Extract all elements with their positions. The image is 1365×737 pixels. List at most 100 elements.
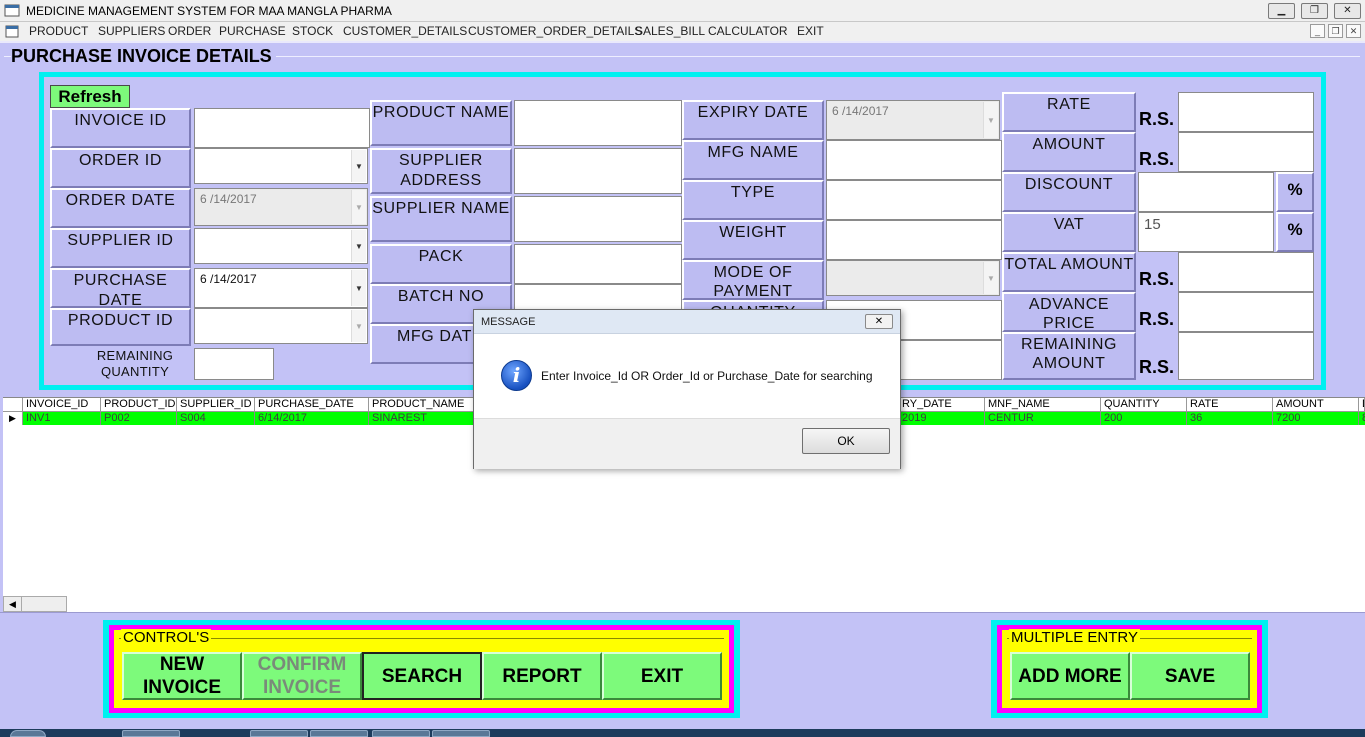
close-icon[interactable]: ✕ [1334, 3, 1361, 19]
cell-d[interactable]: 8 [1359, 412, 1365, 425]
chevron-down-icon[interactable]: ▼ [983, 102, 998, 138]
menu-item-suppliers[interactable]: SUPPLIERS [98, 24, 165, 38]
app-icon [4, 4, 20, 17]
remaining-amount-input[interactable] [1178, 332, 1314, 380]
advance-price-label: ADVANCE PRICE [1002, 292, 1136, 332]
menu-item-purchase[interactable]: PURCHASE [219, 24, 286, 38]
scroll-left-icon[interactable]: ◀ [4, 597, 22, 611]
mdi-close-icon[interactable]: ✕ [1346, 24, 1361, 38]
cell-purchase-date[interactable]: 6/14/2017 [255, 412, 369, 425]
title-bar: MEDICINE MANAGEMENT SYSTEM FOR MAA MANGL… [0, 0, 1365, 22]
search-button[interactable]: SEARCH [362, 652, 482, 700]
taskbar-app-icon[interactable] [122, 730, 180, 737]
order-id-select[interactable]: ▼ [194, 148, 368, 184]
column-header-expiry-date[interactable]: RY_DATE [899, 398, 985, 412]
menu-item-product[interactable]: PRODUCT [29, 24, 88, 38]
column-header-product-name[interactable]: PRODUCT_NAME [369, 398, 477, 412]
weight-input[interactable] [826, 220, 1002, 260]
mode-of-payment-select[interactable]: ▼ [826, 260, 1000, 296]
menu-bar: PRODUCT SUPPLIERS ORDER PURCHASE STOCK C… [0, 22, 1365, 41]
menu-item-calculator[interactable]: CALCULATOR [708, 24, 788, 38]
add-more-button[interactable]: ADD MORE [1010, 652, 1130, 700]
cell-supplier-id[interactable]: S004 [177, 412, 255, 425]
column-header-purchase-date[interactable]: PURCHASE_DATE [255, 398, 369, 412]
chevron-down-icon[interactable]: ▼ [351, 190, 366, 224]
close-icon[interactable]: ✕ [865, 314, 893, 329]
horizontal-scrollbar[interactable]: ◀ [3, 596, 67, 612]
report-button[interactable]: REPORT [482, 652, 602, 700]
column-header-invoice-id[interactable]: INVOICE_ID [23, 398, 101, 412]
minimize-icon[interactable]: ▁ [1268, 3, 1295, 19]
discount-input[interactable] [1138, 172, 1274, 212]
refresh-button[interactable]: Refresh [50, 85, 130, 108]
pack-label: PACK [370, 244, 512, 284]
mdi-minimize-icon[interactable]: _ [1310, 24, 1325, 38]
pack-input[interactable] [514, 244, 682, 284]
mdi-restore-icon[interactable]: ❐ [1328, 24, 1343, 38]
menu-item-customer-order-details[interactable]: CUSTOMER_ORDER_DETAILS [468, 24, 642, 38]
supplier-name-input[interactable] [514, 196, 682, 242]
new-invoice-button[interactable]: NEW INVOICE [122, 652, 242, 700]
expiry-date-value: 6 /14/2017 [832, 104, 889, 118]
expiry-date-picker[interactable]: 6 /14/2017 ▼ [826, 100, 1000, 140]
menu-item-exit[interactable]: EXIT [797, 24, 824, 38]
vat-input[interactable]: 15 [1138, 212, 1274, 252]
column-header-product-id[interactable]: PRODUCT_ID [101, 398, 177, 412]
cell-product-name[interactable]: SINAREST [369, 412, 477, 425]
save-button[interactable]: SAVE [1130, 652, 1250, 700]
supplier-id-select[interactable]: ▼ [194, 228, 368, 264]
column-header-rate[interactable]: RATE [1187, 398, 1273, 412]
taskbar-app-icon[interactable] [310, 730, 368, 737]
chevron-down-icon[interactable]: ▼ [983, 262, 998, 294]
cell-mnf-name[interactable]: CENTUR [985, 412, 1101, 425]
info-icon: i [501, 360, 532, 391]
column-header-d[interactable]: D [1359, 398, 1365, 412]
menu-item-stock[interactable]: STOCK [292, 24, 333, 38]
cell-product-id[interactable]: P002 [101, 412, 177, 425]
product-name-input[interactable] [514, 100, 682, 146]
vat-label: VAT [1002, 212, 1136, 252]
menu-item-order[interactable]: ORDER [168, 24, 211, 38]
product-id-label: PRODUCT ID [50, 308, 191, 346]
column-header-mnf-name[interactable]: MNF_NAME [985, 398, 1101, 412]
cell-expiry-date[interactable]: 2019 [899, 412, 985, 425]
cell-amount[interactable]: 7200 [1273, 412, 1359, 425]
amount-input[interactable] [1178, 132, 1314, 172]
chevron-down-icon[interactable]: ▼ [351, 150, 366, 182]
invoice-id-input[interactable] [194, 108, 370, 148]
total-amount-input[interactable] [1178, 252, 1314, 292]
chevron-down-icon[interactable]: ▼ [351, 270, 366, 306]
restore-icon[interactable]: ❐ [1301, 3, 1328, 19]
remaining-quantity-input[interactable] [194, 348, 274, 380]
cell-rate[interactable]: 36 [1187, 412, 1273, 425]
cell-invoice-id[interactable]: INV1 [23, 412, 101, 425]
start-button-icon[interactable] [10, 730, 46, 737]
menu-item-customer-details[interactable]: CUSTOMER_DETAILS [343, 24, 467, 38]
purchase-date-picker[interactable]: 6 /14/2017 ▼ [194, 268, 368, 308]
taskbar-app-icon[interactable] [250, 730, 308, 737]
exit-button[interactable]: EXIT [602, 652, 722, 700]
column-header-amount[interactable]: AMOUNT [1273, 398, 1359, 412]
type-input[interactable] [826, 180, 1002, 220]
mfg-name-input[interactable] [826, 140, 1002, 180]
column-header-quantity[interactable]: QUANTITY [1101, 398, 1187, 412]
rate-label: RATE [1002, 92, 1136, 132]
chevron-down-icon[interactable]: ▼ [351, 310, 366, 342]
menu-item-sales-bill[interactable]: SALES_BILL [635, 24, 705, 38]
product-id-select[interactable]: ▼ [194, 308, 368, 344]
confirm-invoice-button[interactable]: CONFIRM INVOICE [242, 652, 362, 700]
ok-button[interactable]: OK [802, 428, 890, 454]
advance-price-input[interactable] [1178, 292, 1314, 332]
order-date-picker[interactable]: 6 /14/2017 ▼ [194, 188, 368, 226]
taskbar-app-icon[interactable] [432, 730, 490, 737]
chevron-down-icon[interactable]: ▼ [351, 230, 366, 262]
column-header-supplier-id[interactable]: SUPPLIER_ID [177, 398, 255, 412]
taskbar-app-icon[interactable] [372, 730, 430, 737]
form-icon [5, 25, 19, 38]
supplier-address-input[interactable] [514, 148, 682, 194]
cell-quantity[interactable]: 200 [1101, 412, 1187, 425]
expiry-date-label: EXPIRY DATE [682, 100, 824, 140]
row-selector-icon[interactable]: ▶ [3, 412, 23, 425]
page-title: PURCHASE INVOICE DETAILS [11, 46, 276, 67]
rate-input[interactable] [1178, 92, 1314, 132]
